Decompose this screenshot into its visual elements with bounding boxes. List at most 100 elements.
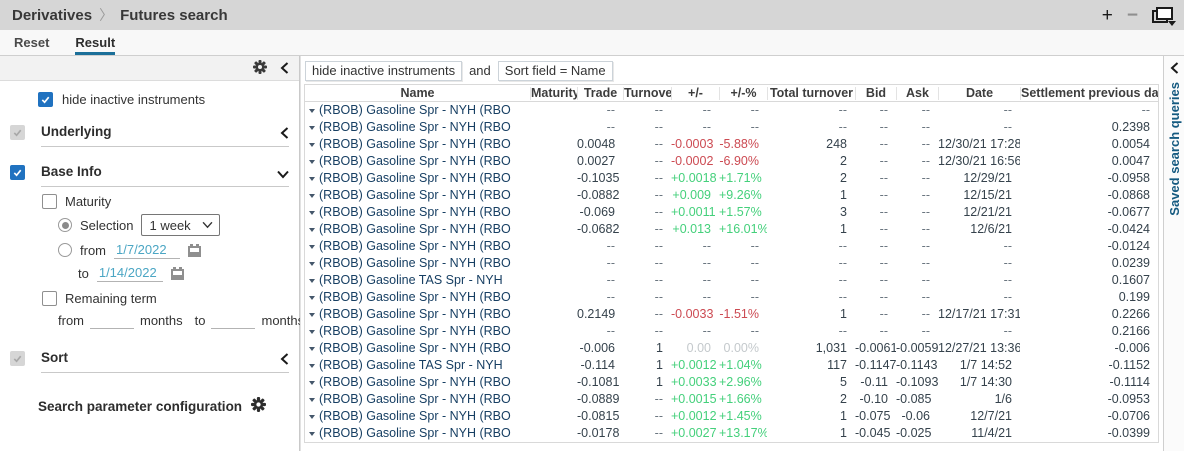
column-header-bid[interactable]: Bid — [855, 87, 896, 100]
filter-chip[interactable]: Sort field = Name — [498, 61, 613, 81]
remaining-from-input[interactable] — [90, 311, 134, 329]
collapse-sidebar-icon[interactable] — [280, 62, 289, 74]
search-parameter-configuration-link[interactable]: Search parameter configuration — [38, 399, 242, 414]
instrument-name[interactable]: (RBOB) Gasoline Spr - NYH (RBO — [319, 238, 511, 255]
gear-icon[interactable] — [251, 397, 266, 415]
row-expand-caret-icon[interactable] — [309, 313, 315, 317]
gear-icon[interactable] — [253, 60, 267, 77]
table-row[interactable]: (RBOB) Gasoline Spr - NYH (RBO-0.1035--+… — [305, 170, 1158, 187]
calendar-icon[interactable] — [188, 244, 201, 257]
row-expand-caret-icon[interactable] — [309, 228, 315, 232]
maturity-to-date-input[interactable] — [97, 264, 163, 282]
table-row[interactable]: (RBOB) Gasoline Spr - NYH (RBO0.0048---0… — [305, 136, 1158, 153]
instrument-name[interactable]: (RBOB) Gasoline Spr - NYH (RBO — [319, 102, 511, 119]
instrument-name[interactable]: (RBOB) Gasoline TAS Spr - NYH — [319, 357, 503, 374]
column-header-date[interactable]: Date — [938, 87, 1020, 100]
maturity-selection-radio[interactable] — [58, 218, 72, 232]
instrument-name[interactable]: (RBOB) Gasoline Spr - NYH (RBO — [319, 408, 511, 425]
instrument-name[interactable]: (RBOB) Gasoline Spr - NYH (RBO — [319, 153, 511, 170]
instrument-name[interactable]: (RBOB) Gasoline TAS Spr - NYH — [319, 272, 503, 289]
table-row[interactable]: (RBOB) Gasoline Spr - NYH (RBO-0.0882--+… — [305, 187, 1158, 204]
maturity-selection-select[interactable]: 1 week — [141, 214, 220, 236]
column-header-trade[interactable]: Trade — [577, 87, 623, 100]
section-base-info[interactable]: Base Info — [41, 164, 102, 179]
row-expand-caret-icon[interactable] — [309, 177, 315, 181]
column-header-name[interactable]: Name — [305, 87, 530, 100]
row-expand-caret-icon[interactable] — [309, 160, 315, 164]
column-header-chg[interactable]: +/- — [671, 87, 719, 100]
row-expand-caret-icon[interactable] — [309, 279, 315, 283]
instrument-name[interactable]: (RBOB) Gasoline Spr - NYH (RBO — [319, 374, 511, 391]
row-expand-caret-icon[interactable] — [309, 262, 315, 266]
maturity-from-radio[interactable] — [58, 243, 72, 257]
row-expand-caret-icon[interactable] — [309, 415, 315, 419]
saved-search-queries-label[interactable]: Saved search queries — [1167, 82, 1182, 216]
instrument-name[interactable]: (RBOB) Gasoline Spr - NYH (RBO — [319, 425, 511, 442]
remaining-to-input[interactable] — [211, 311, 255, 329]
add-icon[interactable]: + — [1102, 6, 1113, 25]
row-expand-caret-icon[interactable] — [309, 347, 315, 351]
instrument-name[interactable]: (RBOB) Gasoline Spr - NYH (RBO — [319, 391, 511, 408]
hide-inactive-checkbox[interactable] — [38, 92, 53, 107]
instrument-name[interactable]: (RBOB) Gasoline Spr - NYH (RBO — [319, 340, 511, 357]
table-row[interactable]: (RBOB) Gasoline Spr - NYH (RBO----------… — [305, 102, 1158, 119]
column-header-ask[interactable]: Ask — [896, 87, 938, 100]
row-expand-caret-icon[interactable] — [309, 381, 315, 385]
expand-underlying-icon[interactable] — [280, 127, 289, 139]
breadcrumb-derivatives[interactable]: Derivatives — [12, 7, 92, 24]
instrument-name[interactable]: (RBOB) Gasoline Spr - NYH (RBO — [319, 306, 511, 323]
instrument-name[interactable]: (RBOB) Gasoline Spr - NYH (RBO — [319, 170, 511, 187]
row-expand-caret-icon[interactable] — [309, 364, 315, 368]
row-expand-caret-icon[interactable] — [309, 194, 315, 198]
table-row[interactable]: (RBOB) Gasoline Spr - NYH (RBO-0.0178--+… — [305, 425, 1158, 442]
instrument-name[interactable]: (RBOB) Gasoline Spr - NYH (RBO — [319, 323, 511, 340]
column-header-settle[interactable]: Settlement previous day — [1020, 87, 1158, 100]
table-row[interactable]: (RBOB) Gasoline Spr - NYH (RBO----------… — [305, 119, 1158, 136]
expand-sort-icon[interactable] — [280, 353, 289, 365]
row-expand-caret-icon[interactable] — [309, 245, 315, 249]
base-info-checkbox[interactable] — [10, 165, 25, 180]
section-sort[interactable]: Sort — [41, 350, 68, 365]
maturity-from-date-input[interactable] — [114, 241, 180, 259]
table-row[interactable]: (RBOB) Gasoline Spr - NYH (RBO-0.0682--+… — [305, 221, 1158, 238]
expand-saved-searches-icon[interactable] — [1170, 62, 1179, 74]
row-expand-caret-icon[interactable] — [309, 143, 315, 147]
section-underlying[interactable]: Underlying — [41, 124, 112, 139]
instrument-name[interactable]: (RBOB) Gasoline Spr - NYH (RBO — [319, 136, 511, 153]
instrument-name[interactable]: (RBOB) Gasoline Spr - NYH (RBO — [319, 221, 511, 238]
instrument-name[interactable]: (RBOB) Gasoline Spr - NYH (RBO — [319, 204, 511, 221]
tab-result[interactable]: Result — [75, 35, 115, 55]
maturity-checkbox[interactable] — [42, 194, 57, 209]
column-header-maturity[interactable]: Maturity — [530, 87, 577, 100]
tab-reset[interactable]: Reset — [14, 35, 49, 55]
filter-chip[interactable]: hide inactive instruments — [305, 61, 462, 81]
table-row[interactable]: (RBOB) Gasoline Spr - NYH (RBO----------… — [305, 255, 1158, 272]
table-row[interactable]: (RBOB) Gasoline Spr - NYH (RBO0.2149---0… — [305, 306, 1158, 323]
table-row[interactable]: (RBOB) Gasoline Spr - NYH (RBO-0.10811+0… — [305, 374, 1158, 391]
instrument-name[interactable]: (RBOB) Gasoline Spr - NYH (RBO — [319, 289, 511, 306]
row-expand-caret-icon[interactable] — [309, 432, 315, 436]
table-row[interactable]: (RBOB) Gasoline Spr - NYH (RBO----------… — [305, 238, 1158, 255]
row-expand-caret-icon[interactable] — [309, 296, 315, 300]
row-expand-caret-icon[interactable] — [309, 126, 315, 130]
instrument-name[interactable]: (RBOB) Gasoline Spr - NYH (RBO — [319, 187, 511, 204]
table-row[interactable]: (RBOB) Gasoline Spr - NYH (RBO0.0027---0… — [305, 153, 1158, 170]
instrument-name[interactable]: (RBOB) Gasoline Spr - NYH (RBO — [319, 119, 511, 136]
minimize-icon[interactable]: − — [1127, 6, 1138, 25]
table-row[interactable]: (RBOB) Gasoline Spr - NYH (RBO----------… — [305, 323, 1158, 340]
row-expand-caret-icon[interactable] — [309, 330, 315, 334]
column-header-turnover[interactable]: Turnover — [623, 87, 671, 100]
column-header-total[interactable]: Total turnover — [767, 87, 855, 100]
table-row[interactable]: (RBOB) Gasoline Spr - NYH (RBO-0.0889--+… — [305, 391, 1158, 408]
row-expand-caret-icon[interactable] — [309, 211, 315, 215]
table-row[interactable]: (RBOB) Gasoline TAS Spr - NYH-0.1141+0.0… — [305, 357, 1158, 374]
table-row[interactable]: (RBOB) Gasoline Spr - NYH (RBO-0.00610.0… — [305, 340, 1158, 357]
table-row[interactable]: (RBOB) Gasoline Spr - NYH (RBO----------… — [305, 289, 1158, 306]
window-layout-icon[interactable] — [1152, 7, 1174, 24]
table-row[interactable]: (RBOB) Gasoline Spr - NYH (RBO-0.069--+0… — [305, 204, 1158, 221]
row-expand-caret-icon[interactable] — [309, 109, 315, 113]
table-row[interactable]: (RBOB) Gasoline TAS Spr - NYH-----------… — [305, 272, 1158, 289]
remaining-term-checkbox[interactable] — [42, 291, 57, 306]
table-row[interactable]: (RBOB) Gasoline Spr - NYH (RBO-0.0815--+… — [305, 408, 1158, 425]
row-expand-caret-icon[interactable] — [309, 398, 315, 402]
